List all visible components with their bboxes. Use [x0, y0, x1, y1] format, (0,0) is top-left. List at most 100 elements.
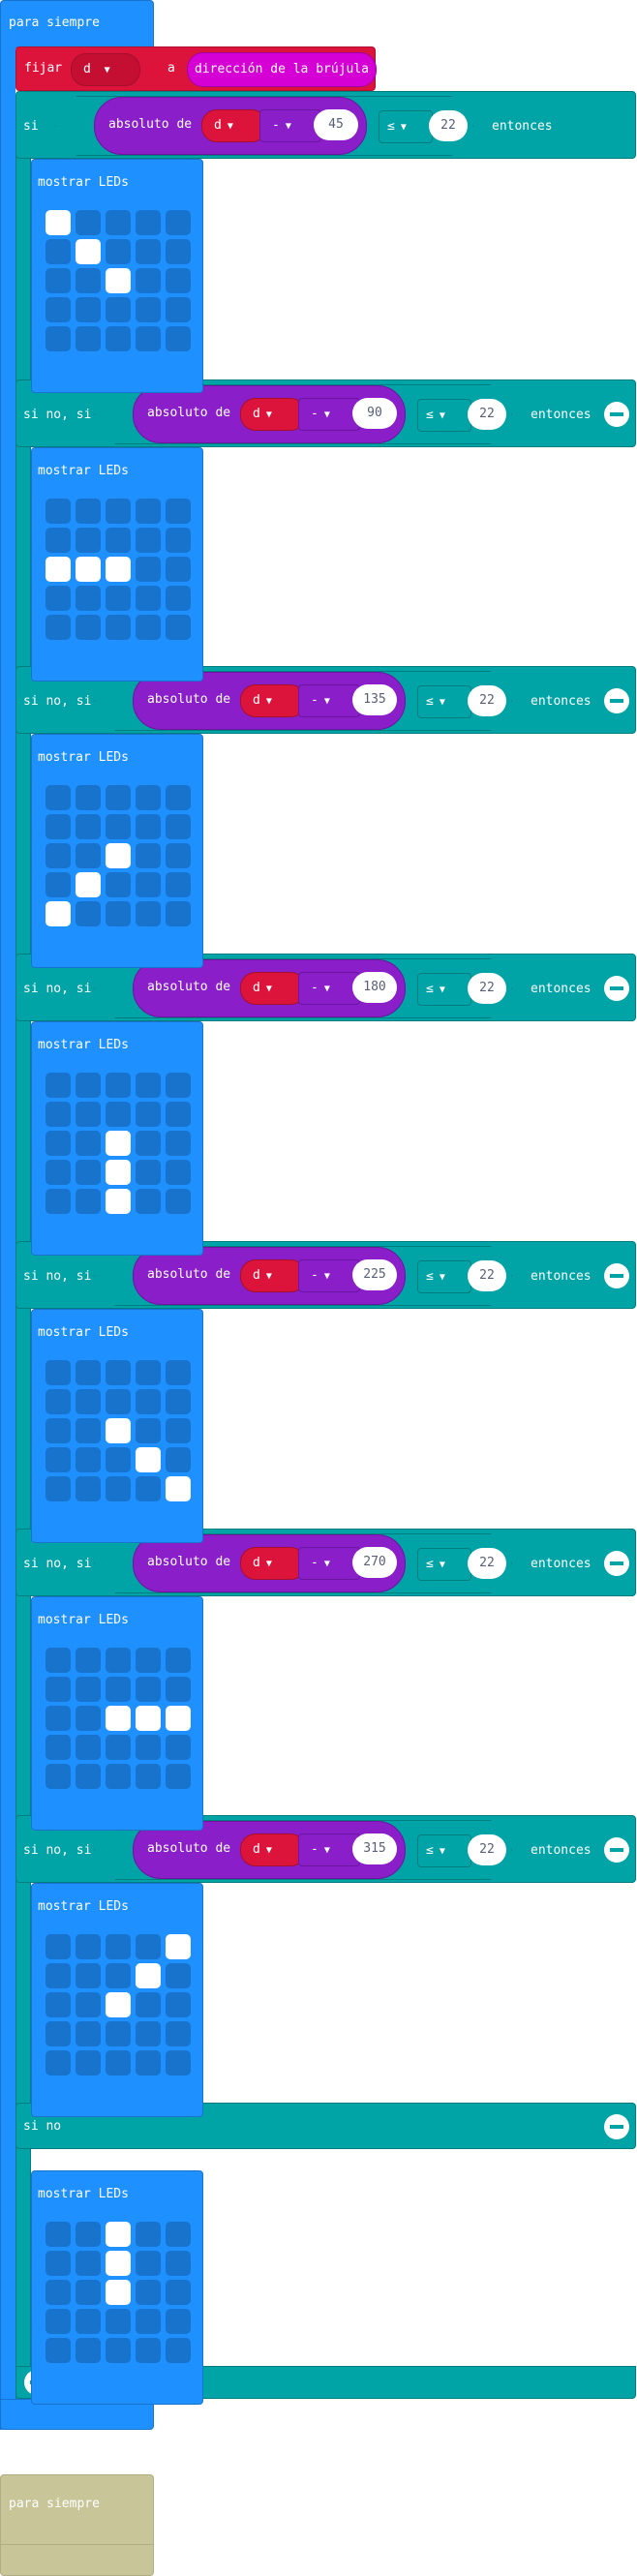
- led-off[interactable]: [76, 210, 101, 235]
- led-off[interactable]: [136, 1160, 161, 1185]
- led-off[interactable]: [166, 210, 191, 235]
- led-off[interactable]: [136, 2021, 161, 2046]
- led-on[interactable]: [166, 1476, 191, 1501]
- led-off[interactable]: [106, 785, 131, 810]
- led-off[interactable]: [106, 1476, 131, 1501]
- led-off[interactable]: [136, 2338, 161, 2363]
- led-off[interactable]: [106, 528, 131, 553]
- led-off[interactable]: [46, 1102, 71, 1127]
- led-off[interactable]: [76, 615, 101, 640]
- led-on[interactable]: [106, 1992, 131, 2017]
- led-off[interactable]: [76, 1476, 101, 1501]
- led-off[interactable]: [136, 239, 161, 264]
- led-off[interactable]: [76, 1447, 101, 1472]
- threshold-number-input[interactable]: 22: [429, 110, 468, 141]
- minus-circle-icon[interactable]: [604, 976, 629, 1001]
- operator-dropdown[interactable]: -: [298, 972, 360, 1005]
- led-off[interactable]: [46, 1073, 71, 1098]
- angle-number-input[interactable]: 45: [314, 109, 358, 140]
- angle-number-input[interactable]: 315: [352, 1834, 397, 1864]
- led-off[interactable]: [76, 1706, 101, 1731]
- angle-number-input[interactable]: 180: [352, 972, 397, 1003]
- comparison-dropdown[interactable]: ≤: [417, 1834, 471, 1867]
- led-on[interactable]: [106, 1160, 131, 1185]
- led-off[interactable]: [46, 268, 71, 293]
- led-off[interactable]: [76, 1735, 101, 1760]
- led-off[interactable]: [106, 901, 131, 926]
- led-off[interactable]: [166, 1389, 191, 1414]
- threshold-number-input[interactable]: 22: [468, 685, 506, 716]
- minus-circle-icon[interactable]: [604, 402, 629, 427]
- angle-number-input[interactable]: 90: [352, 398, 397, 429]
- led-on[interactable]: [136, 1963, 161, 1988]
- led-on[interactable]: [106, 2222, 131, 2247]
- led-off[interactable]: [76, 1963, 101, 1988]
- comparison-dropdown[interactable]: ≤: [417, 1548, 471, 1581]
- led-off[interactable]: [166, 586, 191, 611]
- led-off[interactable]: [46, 1992, 71, 2017]
- led-off[interactable]: [76, 2251, 101, 2276]
- led-off[interactable]: [76, 2338, 101, 2363]
- led-off[interactable]: [106, 586, 131, 611]
- led-on[interactable]: [136, 1706, 161, 1731]
- led-on[interactable]: [76, 239, 101, 264]
- led-off[interactable]: [46, 1418, 71, 1443]
- led-off[interactable]: [46, 872, 71, 897]
- led-off[interactable]: [46, 2050, 71, 2076]
- led-off[interactable]: [166, 239, 191, 264]
- led-off[interactable]: [106, 814, 131, 839]
- led-off[interactable]: [46, 2338, 71, 2363]
- show-leds-block[interactable]: mostrar LEDs: [31, 1021, 203, 1256]
- led-off[interactable]: [46, 1476, 71, 1501]
- comparison-dropdown[interactable]: ≤: [379, 110, 433, 143]
- variable-dropdown[interactable]: d: [201, 109, 267, 142]
- led-off[interactable]: [46, 1160, 71, 1185]
- led-off[interactable]: [166, 557, 191, 582]
- led-off[interactable]: [166, 1360, 191, 1385]
- led-off[interactable]: [136, 268, 161, 293]
- comparison-dropdown[interactable]: ≤: [417, 685, 471, 718]
- led-off[interactable]: [136, 557, 161, 582]
- led-off[interactable]: [76, 268, 101, 293]
- led-off[interactable]: [76, 586, 101, 611]
- variable-dropdown[interactable]: d: [240, 972, 306, 1005]
- led-on[interactable]: [106, 1418, 131, 1443]
- disabled-forever-block[interactable]: para siempre: [0, 2474, 154, 2546]
- operator-dropdown[interactable]: -: [298, 398, 360, 431]
- led-off[interactable]: [136, 1389, 161, 1414]
- led-off[interactable]: [136, 1764, 161, 1789]
- minus-circle-icon[interactable]: [604, 1551, 629, 1576]
- led-off[interactable]: [106, 1735, 131, 1760]
- led-off[interactable]: [46, 239, 71, 264]
- led-off[interactable]: [76, 2021, 101, 2046]
- led-off[interactable]: [46, 2280, 71, 2305]
- led-on[interactable]: [76, 872, 101, 897]
- led-off[interactable]: [136, 499, 161, 524]
- led-off[interactable]: [76, 1389, 101, 1414]
- led-off[interactable]: [166, 1131, 191, 1156]
- led-off[interactable]: [76, 1648, 101, 1673]
- led-off[interactable]: [106, 499, 131, 524]
- led-on[interactable]: [166, 1934, 191, 1959]
- disabled-forever-footer[interactable]: [0, 2544, 154, 2576]
- led-off[interactable]: [76, 2050, 101, 2076]
- led-off[interactable]: [136, 586, 161, 611]
- led-off[interactable]: [136, 2309, 161, 2334]
- led-on[interactable]: [106, 557, 131, 582]
- led-off[interactable]: [106, 297, 131, 322]
- led-off[interactable]: [46, 1189, 71, 1214]
- led-off[interactable]: [46, 1963, 71, 1988]
- forever-block-spine[interactable]: [0, 46, 15, 2430]
- led-off[interactable]: [76, 1360, 101, 1385]
- operator-dropdown[interactable]: -: [298, 1834, 360, 1866]
- led-off[interactable]: [76, 1160, 101, 1185]
- comparison-dropdown[interactable]: ≤: [417, 1260, 471, 1293]
- absolute-value-block[interactable]: absoluto de d - 90: [133, 385, 406, 443]
- led-off[interactable]: [76, 785, 101, 810]
- led-off[interactable]: [166, 268, 191, 293]
- led-off[interactable]: [46, 1735, 71, 1760]
- angle-number-input[interactable]: 270: [352, 1547, 397, 1578]
- show-leds-block[interactable]: mostrar LEDs: [31, 159, 203, 393]
- led-off[interactable]: [76, 814, 101, 839]
- variable-dropdown[interactable]: d: [240, 1259, 306, 1292]
